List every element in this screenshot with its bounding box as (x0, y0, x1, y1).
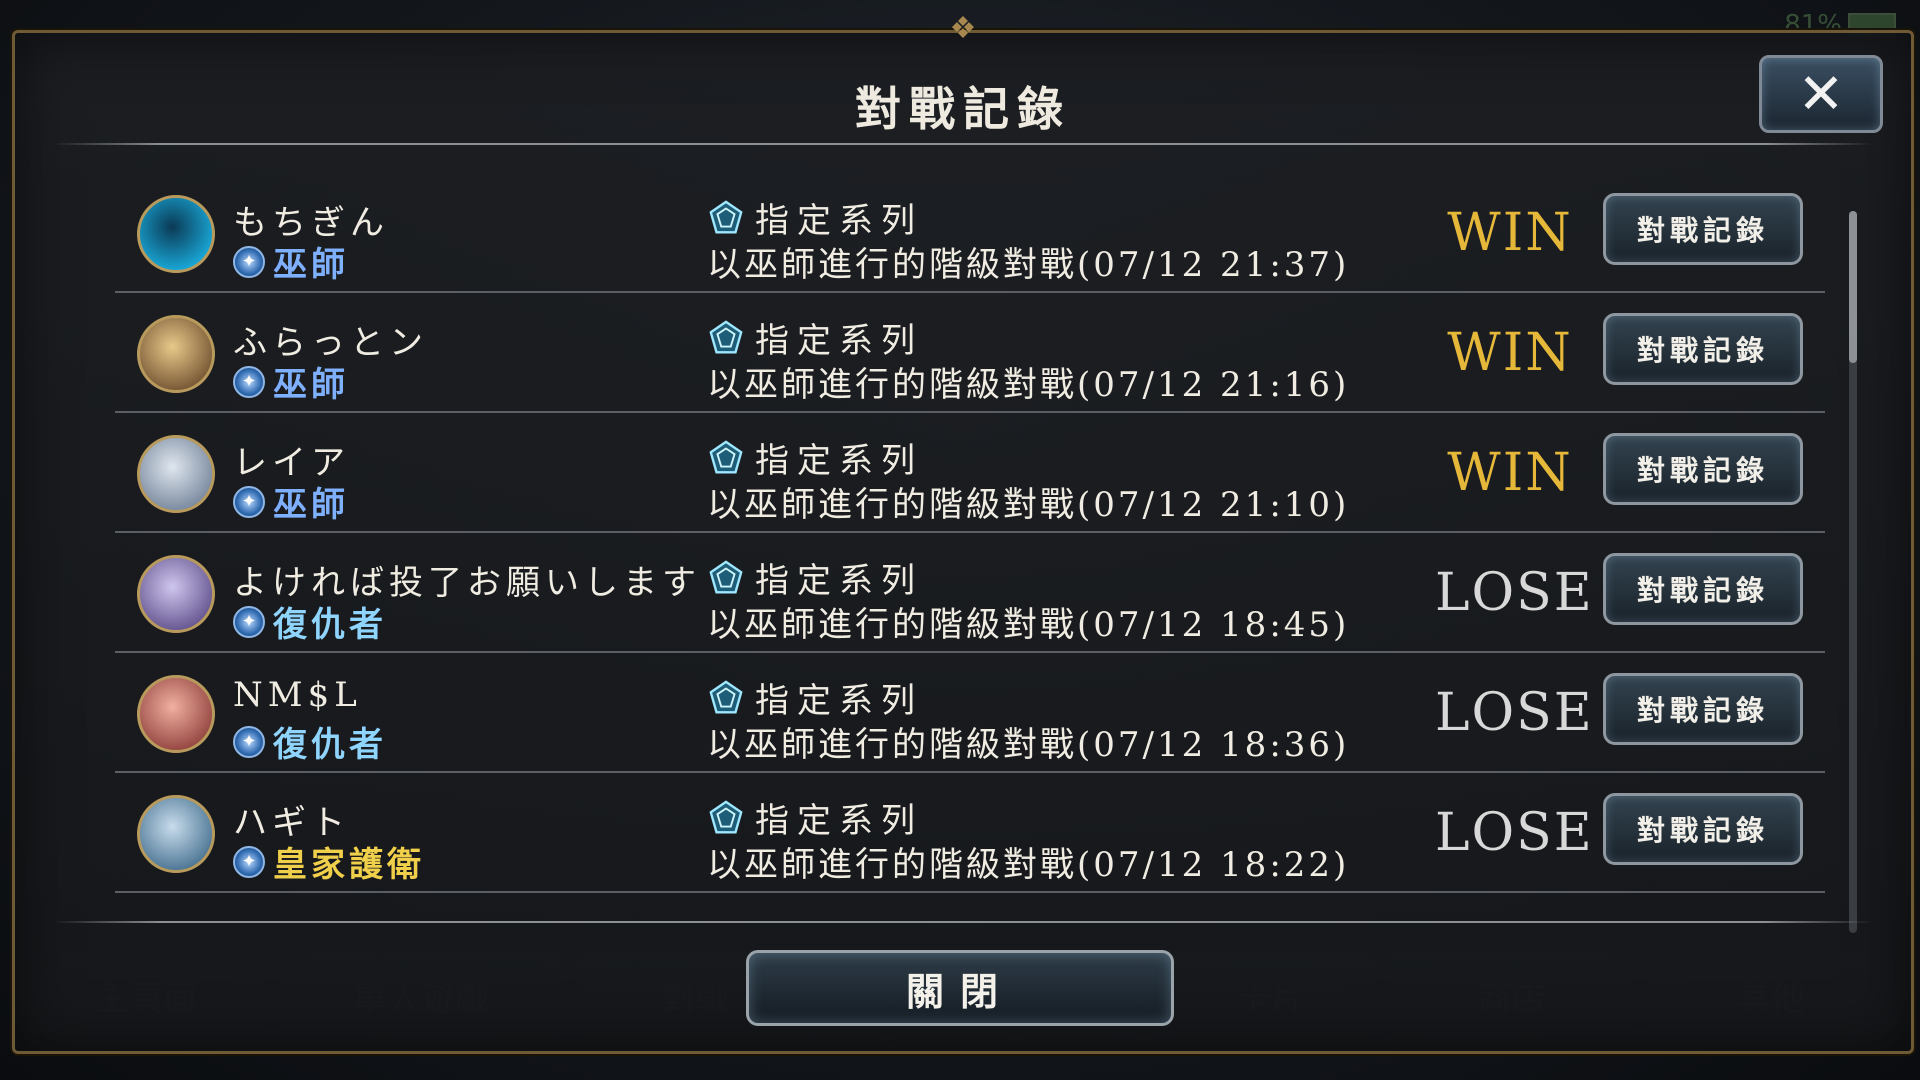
class-runecraft-icon: ✦ (233, 485, 265, 518)
class-label: 復仇者 (273, 605, 387, 645)
view-record-label: 對戰記錄 (1636, 214, 1769, 247)
record-row: よければ投了お願いします ✦ 復仇者 指定系列 以巫師進行的階級對戰(07/12 18:… (115, 533, 1825, 653)
match-description: 以巫師進行的階級對戰(07/12 21:16) (707, 365, 1350, 405)
view-record-button[interactable]: 對戰記錄 (1603, 433, 1803, 505)
gem-icon (709, 799, 743, 833)
class-label: 巫師 (273, 485, 349, 525)
match-description: 以巫師進行的階級對戰(07/12 21:37) (707, 245, 1350, 285)
mode-label: 指定系列 (755, 441, 923, 481)
class-havencraft-icon: ✦ (233, 605, 265, 638)
class-line: ✦ 巫師 (233, 477, 349, 526)
gem-icon (709, 199, 743, 233)
match-description: 以巫師進行的階級對戰(07/12 21:10) (707, 485, 1350, 525)
mode-label: 指定系列 (755, 201, 923, 241)
class-havencraft-icon: ✦ (233, 725, 265, 758)
match-result: LOSE (1435, 563, 1594, 623)
close-dialog-button[interactable]: 關閉 (746, 950, 1174, 1026)
player-name: NM$L (233, 675, 362, 715)
view-record-label: 對戰記錄 (1636, 814, 1769, 847)
class-swordcraft-icon: ✦ (233, 845, 265, 878)
close-button[interactable]: ✕ (1759, 55, 1883, 133)
match-result: WIN (1447, 323, 1573, 383)
class-label: 復仇者 (273, 725, 387, 765)
view-record-button[interactable]: 對戰記錄 (1603, 313, 1803, 385)
battle-record-dialog: ❖ 對戰記錄 ✕ もちぎん ✦ 巫師 指定系列 以巫師進行的階級對戰(07/12 21:… (12, 11, 1914, 1054)
record-row: NM$L ✦ 復仇者 指定系列 以巫師進行的階級對戰(07/12 18:36) LOSE 對… (115, 653, 1825, 773)
crest-ornament-icon: ❖ (949, 11, 977, 46)
match-description: 以巫師進行的階級對戰(07/12 18:45) (707, 605, 1350, 645)
view-record-button[interactable]: 對戰記錄 (1603, 193, 1803, 265)
record-row: ふらっとン ✦ 巫師 指定系列 以巫師進行的階級對戰(07/12 21:16) WIN 對戰… (115, 293, 1825, 413)
view-record-button[interactable]: 對戰記錄 (1603, 793, 1803, 865)
scrollbar-thumb[interactable] (1849, 211, 1857, 363)
match-result: WIN (1447, 203, 1573, 263)
player-avatar (137, 195, 215, 273)
mode-label: 指定系列 (755, 321, 923, 361)
scrollbar[interactable] (1849, 211, 1857, 933)
mode-label: 指定系列 (755, 801, 923, 841)
gem-icon (709, 679, 743, 713)
record-row: もちぎん ✦ 巫師 指定系列 以巫師進行的階級對戰(07/12 21:37) WIN 對戰記… (115, 173, 1825, 293)
player-avatar (137, 435, 215, 513)
match-description: 以巫師進行的階級對戰(07/12 18:36) (707, 725, 1350, 765)
player-avatar (137, 675, 215, 753)
divider-bottom (53, 921, 1873, 923)
record-row: melt指定系列 (115, 893, 1825, 913)
view-record-label: 對戰記錄 (1636, 574, 1769, 607)
class-line: ✦ 皇家護衛 (233, 837, 425, 886)
close-dialog-label: 關閉 (905, 968, 1014, 1014)
gem-icon (709, 439, 743, 473)
player-avatar (137, 795, 215, 873)
class-line: ✦ 巫師 (233, 357, 349, 406)
battle-record-list[interactable]: もちぎん ✦ 巫師 指定系列 以巫師進行的階級對戰(07/12 21:37) WIN 對戰記… (115, 173, 1825, 913)
class-runecraft-icon: ✦ (233, 365, 265, 398)
mode-line: 指定系列 (707, 673, 923, 722)
class-line: ✦ 巫師 (233, 237, 349, 286)
match-result: LOSE (1435, 803, 1594, 863)
mode-line: 指定系列 (707, 793, 923, 842)
match-description: 以巫師進行的階級對戰(07/12 18:22) (707, 845, 1350, 885)
record-row: ハギト ✦ 皇家護衛 指定系列 以巫師進行的階級對戰(07/12 18:22) LOSE 對… (115, 773, 1825, 893)
class-line: ✦ 復仇者 (233, 597, 387, 646)
record-row: レイア ✦ 巫師 指定系列 以巫師進行的階級對戰(07/12 21:10) WIN 對戰記錄 (115, 413, 1825, 533)
class-line: ✦ 復仇者 (233, 717, 387, 766)
gem-icon (709, 559, 743, 593)
close-icon: ✕ (1797, 61, 1845, 127)
dialog-title: 對戰記錄 (855, 82, 1071, 136)
view-record-button[interactable]: 對戰記錄 (1603, 673, 1803, 745)
mode-line: 指定系列 (707, 553, 923, 602)
gem-icon (709, 319, 743, 353)
mode-line: 指定系列 (707, 193, 923, 242)
view-record-label: 對戰記錄 (1636, 334, 1769, 367)
mode-line: 指定系列 (707, 433, 923, 482)
player-avatar (137, 315, 215, 393)
match-result: LOSE (1435, 683, 1594, 743)
player-avatar (137, 555, 215, 633)
view-record-button[interactable]: 對戰記錄 (1603, 553, 1803, 625)
view-record-label: 對戰記錄 (1636, 694, 1769, 727)
mode-label: 指定系列 (755, 681, 923, 721)
mode-line: 指定系列 (707, 313, 923, 362)
class-label: 巫師 (273, 245, 349, 285)
class-label: 皇家護衛 (273, 845, 425, 885)
view-record-label: 對戰記錄 (1636, 454, 1769, 487)
match-result: WIN (1447, 443, 1573, 503)
class-runecraft-icon: ✦ (233, 245, 265, 278)
mode-label: 指定系列 (755, 561, 923, 601)
divider-top (53, 143, 1873, 145)
class-label: 巫師 (273, 365, 349, 405)
